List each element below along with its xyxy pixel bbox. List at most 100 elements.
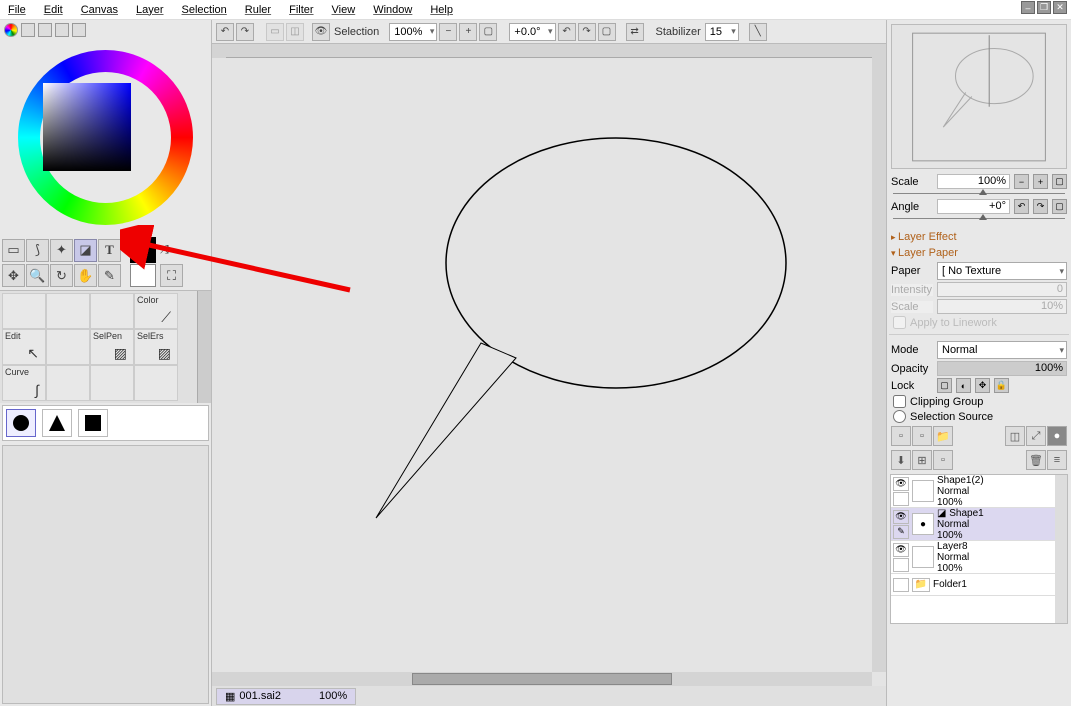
menu-edit[interactable]: Edit	[44, 4, 63, 16]
paper-dropdown[interactable]: [ No Texture	[937, 262, 1067, 280]
angle-slider[interactable]	[893, 215, 1065, 223]
foreground-color[interactable]	[130, 237, 156, 263]
clear-layer-button[interactable]: ▫	[933, 450, 953, 470]
scale-plus[interactable]: +	[1033, 174, 1048, 189]
lock-alpha[interactable]: ◐	[956, 378, 971, 393]
move-tool[interactable]: ✥	[2, 264, 25, 287]
delete-layer-button[interactable]: 🗑	[1026, 450, 1046, 470]
lock-paint[interactable]: ▢	[937, 378, 952, 393]
selsource-radio[interactable]	[893, 410, 906, 423]
maximize-button[interactable]: ❐	[1037, 1, 1051, 14]
opacity-value[interactable]: 100%	[937, 361, 1067, 376]
merge-button[interactable]: ●	[1047, 426, 1067, 446]
color-picker[interactable]	[0, 40, 211, 235]
shape-square[interactable]	[78, 409, 108, 437]
section-layer-paper[interactable]: Layer Paper	[887, 245, 1071, 261]
hand-tool[interactable]: ✋	[74, 264, 97, 287]
eye-icon[interactable]: 👁	[312, 23, 330, 41]
navigator-preview[interactable]	[891, 24, 1067, 169]
section-layer-effect[interactable]: Layer Effect	[887, 229, 1071, 245]
layer-vis-icon[interactable]	[893, 578, 909, 592]
bg-color[interactable]	[130, 264, 156, 287]
scale-value[interactable]: 100%	[937, 174, 1010, 189]
cell-selpen[interactable]: SelPen▨	[90, 329, 134, 365]
strip-btn-4[interactable]	[72, 23, 86, 37]
lock-move[interactable]: ✥	[975, 378, 990, 393]
cell-blank-3[interactable]	[90, 293, 134, 329]
layer-vis-icon[interactable]: 👁	[893, 477, 909, 491]
color-wheel-icon[interactable]	[4, 23, 18, 37]
layer-menu-button[interactable]: ≡	[1047, 450, 1067, 470]
zoom-in-button[interactable]: +	[459, 23, 477, 41]
cell-curve[interactable]: Curve∫	[2, 365, 46, 401]
canvas[interactable]	[226, 58, 872, 672]
angle-value[interactable]: +0°	[937, 199, 1010, 214]
menu-ruler[interactable]: Ruler	[245, 4, 271, 16]
scale-minus[interactable]: −	[1014, 174, 1029, 189]
zoom-tool[interactable]: 🔍	[26, 264, 49, 287]
cell-blank-6[interactable]	[90, 365, 134, 401]
layer-layer8[interactable]: 👁 Layer8Normal100%	[891, 541, 1067, 574]
flip-h-button[interactable]: ⇄	[626, 23, 644, 41]
minimize-button[interactable]: ‒	[1021, 1, 1035, 14]
layer-folder1[interactable]: 📁 Folder1	[891, 574, 1067, 596]
stabilizer-dropdown[interactable]: 15	[705, 23, 739, 41]
redo-button[interactable]: ↷	[236, 23, 254, 41]
lasso-tool[interactable]: ⟆	[26, 239, 49, 262]
menu-layer[interactable]: Layer	[136, 4, 164, 16]
layer-shape1[interactable]: 👁✎ ● ◪ Shape1Normal100%	[891, 508, 1067, 541]
new-layer-button[interactable]: ▫	[891, 426, 911, 446]
canvas-scrollbar-h[interactable]	[212, 672, 872, 686]
angle-reset[interactable]: ▢	[1052, 199, 1067, 214]
angle-reset-button[interactable]: ▢	[598, 23, 616, 41]
new-folder-button[interactable]: 📁	[933, 426, 953, 446]
shape-circle[interactable]	[6, 409, 36, 437]
undo-button[interactable]: ↶	[216, 23, 234, 41]
rotate-ccw-button[interactable]: ↶	[558, 23, 576, 41]
line-tool-icon[interactable]: ╲	[749, 23, 767, 41]
menu-canvas[interactable]: Canvas	[81, 4, 118, 16]
cell-blank-1[interactable]	[2, 293, 46, 329]
transfer-down-button[interactable]: ⬇	[891, 450, 911, 470]
cell-blank-5[interactable]	[46, 365, 90, 401]
strip-btn-1[interactable]	[21, 23, 35, 37]
rotate-cw-button[interactable]: ↷	[578, 23, 596, 41]
document-tab[interactable]: ▦ 001.sai2 100%	[216, 688, 356, 705]
deselect-button[interactable]: ▭	[266, 23, 284, 41]
cell-edit[interactable]: Edit↖	[2, 329, 46, 365]
lock-all[interactable]: 🔒	[994, 378, 1009, 393]
shape-tool[interactable]: ◪	[74, 239, 97, 262]
angle-dropdown[interactable]: +0.0°	[509, 23, 555, 41]
angle-ccw[interactable]: ↶	[1014, 199, 1029, 214]
scale-slider[interactable]	[893, 190, 1065, 198]
transform-tool[interactable]: ⛶	[160, 264, 183, 287]
zoom-dropdown[interactable]: 100%	[389, 23, 437, 41]
menu-selection[interactable]: Selection	[182, 4, 227, 16]
layer-vis-icon[interactable]: 👁	[893, 510, 909, 524]
menu-window[interactable]: Window	[373, 4, 412, 16]
menu-view[interactable]: View	[332, 4, 356, 16]
transform-layer-button[interactable]: ⤢	[1026, 426, 1046, 446]
layer-shape1-2[interactable]: 👁 Shape1(2)Normal100% 🔒	[891, 475, 1067, 508]
layer-scrollbar[interactable]	[1055, 475, 1067, 623]
strip-btn-3[interactable]	[55, 23, 69, 37]
layer-vis-icon[interactable]: 👁	[893, 543, 909, 557]
text-tool[interactable]: T	[98, 239, 121, 262]
clipping-check[interactable]	[893, 395, 906, 408]
cell-selers[interactable]: SelErs▨	[134, 329, 178, 365]
scale-reset[interactable]: ▢	[1052, 174, 1067, 189]
cell-blank-4[interactable]	[46, 329, 90, 365]
swap-colors-icon[interactable]: ⤭	[157, 244, 169, 257]
mask-button[interactable]: ◫	[1005, 426, 1025, 446]
eyedropper-tool[interactable]: ✎	[98, 264, 121, 287]
menu-help[interactable]: Help	[430, 4, 453, 16]
strip-btn-2[interactable]	[38, 23, 52, 37]
zoom-out-button[interactable]: −	[439, 23, 457, 41]
canvas-scrollbar-v[interactable]	[872, 58, 886, 672]
invert-sel-button[interactable]: ◫	[286, 23, 304, 41]
cell-blank-7[interactable]	[134, 365, 178, 401]
layer-edit-icon[interactable]	[893, 492, 909, 506]
cell-color[interactable]: Color⟋	[134, 293, 178, 329]
close-button[interactable]: ✕	[1053, 1, 1067, 14]
cell-blank-2[interactable]	[46, 293, 90, 329]
